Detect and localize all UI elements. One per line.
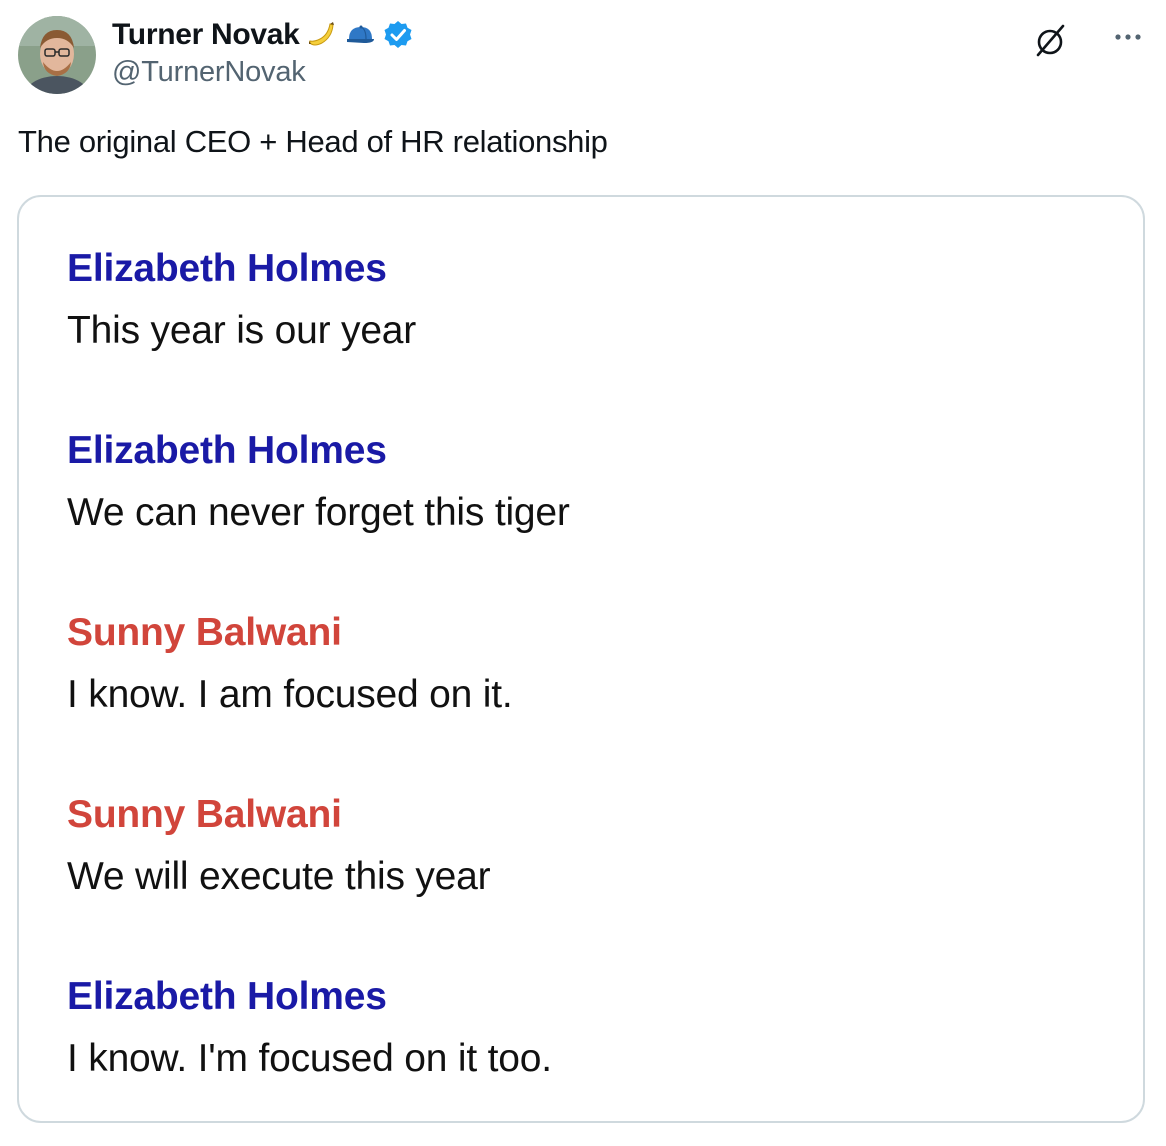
verified-badge-icon[interactable]: [382, 19, 414, 51]
message-sender: Elizabeth Holmes: [67, 429, 387, 472]
avatar[interactable]: [18, 16, 96, 94]
tweet-header: Turner Novak @TurnerNovak: [0, 0, 1166, 110]
media-image[interactable]: Elizabeth Holmes This year is our year E…: [17, 195, 1145, 1123]
message-text: This year is our year: [67, 309, 417, 352]
chat-message: Elizabeth Holmes This year is our year: [67, 247, 416, 353]
message-sender: Sunny Balwani: [67, 793, 342, 836]
tweet-text: The original CEO + Head of HR relationsh…: [18, 124, 608, 159]
author-name-row: Turner Novak: [112, 16, 414, 54]
chat-message: Sunny Balwani I know. I am focused on it…: [67, 611, 513, 717]
chat-message: Sunny Balwani We will execute this year: [67, 793, 491, 899]
chat-message: Elizabeth Holmes We can never forget thi…: [67, 429, 570, 535]
banana-emoji: [306, 19, 338, 51]
grok-icon[interactable]: [1030, 20, 1070, 60]
message-text: We will execute this year: [67, 855, 491, 898]
more-options-icon[interactable]: [1108, 22, 1148, 52]
author-handle[interactable]: @TurnerNovak: [112, 56, 306, 89]
cap-emoji: [344, 19, 376, 51]
message-sender: Elizabeth Holmes: [67, 247, 387, 290]
message-text: We can never forget this tiger: [67, 491, 570, 534]
author-display-name[interactable]: Turner Novak: [112, 18, 300, 52]
message-sender: Sunny Balwani: [67, 611, 342, 654]
message-sender: Elizabeth Holmes: [67, 975, 387, 1018]
message-text: I know. I am focused on it.: [67, 673, 513, 716]
chat-message: Elizabeth Holmes I know. I'm focused on …: [67, 975, 552, 1081]
message-text: I know. I'm focused on it too.: [67, 1037, 552, 1080]
